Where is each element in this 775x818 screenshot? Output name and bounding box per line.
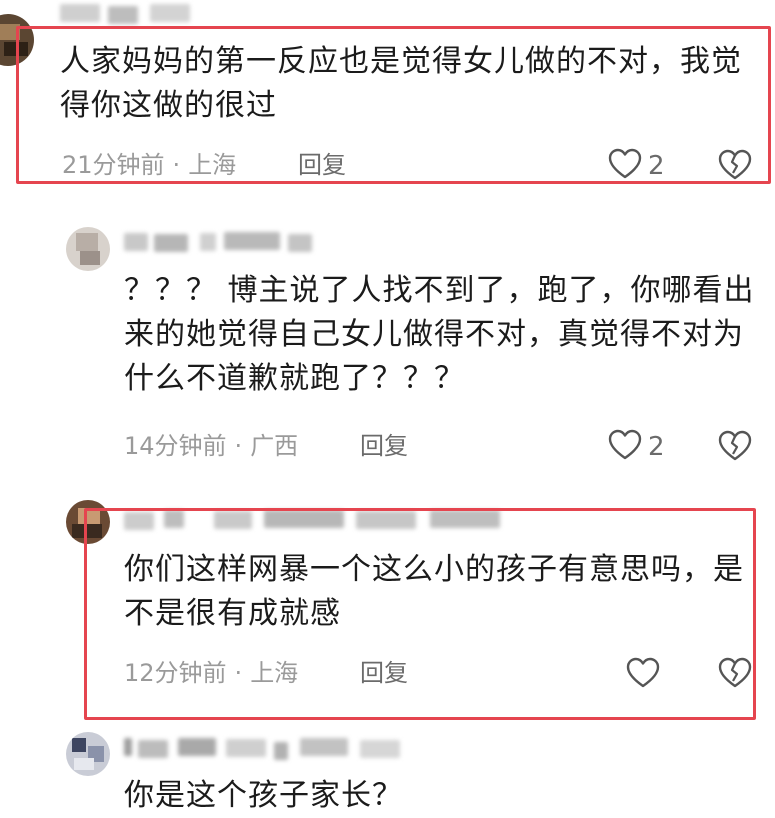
meta-separator: · (234, 432, 243, 460)
like-button[interactable]: 2 (608, 429, 665, 465)
comment-time: 14分钟前 (124, 432, 227, 460)
reply-button[interactable]: 回复 (360, 431, 408, 461)
comment-location: 广西 (250, 432, 299, 460)
avatar[interactable] (66, 732, 110, 776)
heart-outline-icon (608, 429, 642, 465)
username-blurred[interactable] (124, 231, 344, 255)
highlight-box (84, 508, 756, 720)
comment-item: ？？？ 博主说了人找不到了，跑了，你哪看出来的她觉得自己女儿做得不对，真觉得不对… (0, 215, 775, 475)
broken-heart-icon (718, 430, 752, 466)
dislike-button[interactable] (718, 430, 752, 466)
avatar[interactable] (66, 227, 110, 271)
comment-item: 你是这个孩子家长？ (0, 728, 775, 816)
highlight-box (16, 26, 771, 184)
like-count: 2 (648, 432, 665, 462)
username-blurred[interactable] (60, 2, 210, 26)
comment-text: ？？？ 博主说了人找不到了，跑了，你哪看出来的她觉得自己女儿做得不对，真觉得不对… (124, 273, 755, 396)
comment-text: 你是这个孩子家长？ (124, 778, 403, 813)
username-blurred[interactable] (124, 736, 454, 760)
comment-meta: 14分钟前 · 广西 回复 (124, 431, 504, 461)
